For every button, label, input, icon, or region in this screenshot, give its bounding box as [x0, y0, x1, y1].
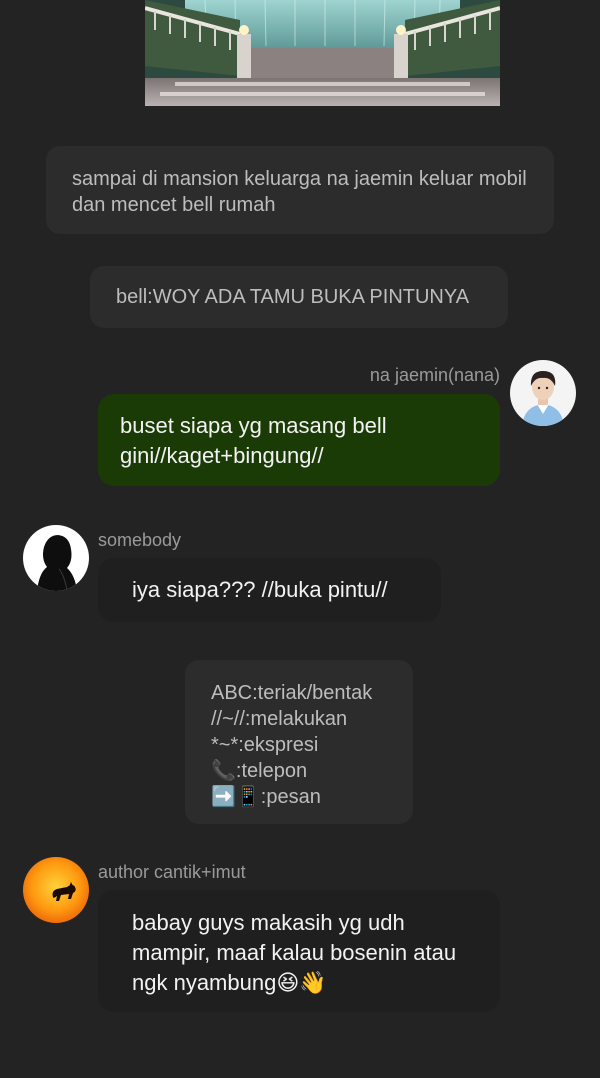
narration-bell-text: bell:WOY ADA TAMU BUKA PINTUNYA: [116, 286, 470, 308]
narration-arrival: sampai di mansion keluarga na jaemin kel…: [46, 146, 554, 234]
message-text: babay guys makasih yg udh mampir, maaf k…: [132, 910, 457, 995]
narration-bell: bell:WOY ADA TAMU BUKA PINTUNYA: [90, 266, 508, 328]
legend-item: ➡️📱:pesan: [211, 786, 321, 808]
legend-item: 📞:telepon: [211, 760, 308, 782]
narration-legend: ABC:teriak/bentak //~//:melakukan *~*:ek…: [185, 660, 413, 824]
sender-name-jaemin: na jaemin(nana): [369, 365, 500, 385]
legend-item: *~*:ekspresi: [211, 734, 319, 756]
avatar-somebody[interactable]: [23, 525, 89, 591]
message-bubble-author[interactable]: babay guys makasih yg udh mampir, maaf k…: [98, 890, 500, 1012]
avatar-jaemin[interactable]: [510, 360, 576, 426]
avatar-author[interactable]: [23, 857, 89, 923]
sender-name-somebody: somebody: [98, 530, 182, 550]
message-text: iya siapa??? //buka pintu//: [132, 577, 388, 602]
legend-item: ABC:teriak/bentak: [211, 682, 373, 704]
narration-arrival-text: sampai di mansion keluarga na jaemin kel…: [72, 168, 527, 216]
message-bubble-jaemin[interactable]: buset siapa yg masang bell gini//kaget+b…: [98, 394, 500, 486]
legend-item: //~//:melakukan: [211, 708, 348, 730]
message-bubble-somebody[interactable]: iya siapa??? //buka pintu//: [98, 558, 441, 622]
message-text: buset siapa yg masang bell gini//kaget+b…: [120, 413, 387, 468]
sender-name-author: author cantik+imut: [98, 862, 246, 882]
story-image: [145, 0, 500, 106]
